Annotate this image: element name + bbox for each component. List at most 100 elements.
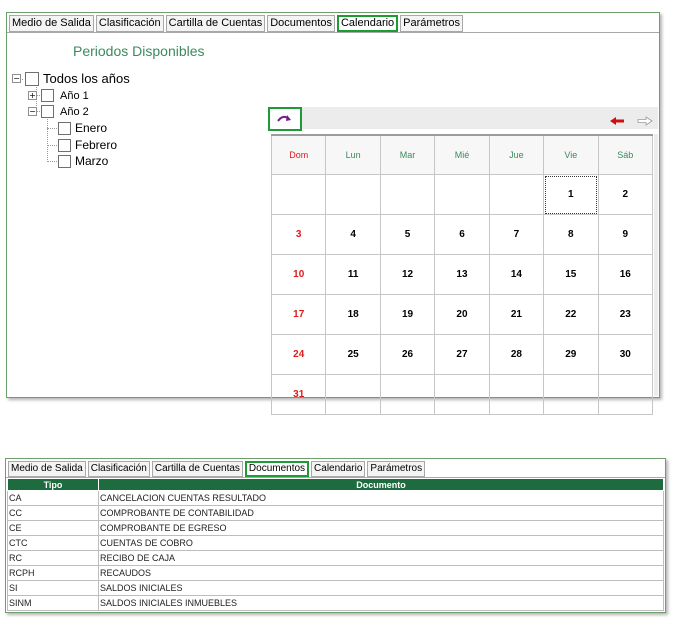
- table-row[interactable]: CA CANCELACION CUENTAS RESULTADO: [7, 490, 664, 506]
- calendar-day[interactable]: 24: [270, 334, 327, 375]
- calendar-day[interactable]: 19: [379, 294, 436, 335]
- tab-medio-de-salida[interactable]: Medio de Salida: [8, 461, 86, 477]
- calendar-day[interactable]: 28: [488, 334, 545, 375]
- calendar-day[interactable]: 11: [325, 254, 381, 295]
- tab-medio-de-salida[interactable]: Medio de Salida: [9, 15, 94, 32]
- weekday-header: Sáb: [597, 134, 654, 175]
- calendar-day[interactable]: 22: [543, 294, 599, 335]
- calendar-day[interactable]: 5: [379, 214, 436, 255]
- cell-documento: CUENTAS DE COBRO: [98, 535, 664, 551]
- calendar-day[interactable]: 8: [543, 214, 599, 255]
- column-header-tipo[interactable]: Tipo: [7, 478, 99, 491]
- periods-title: Periodos Disponibles: [73, 43, 205, 59]
- collapse-icon[interactable]: −: [28, 107, 37, 116]
- calendar-day[interactable]: 20: [434, 294, 490, 335]
- calendar-week: 17 18 19 20 21 22 23: [270, 294, 654, 335]
- checkbox-month-marzo[interactable]: [58, 154, 71, 168]
- calendar-day[interactable]: 4: [325, 214, 381, 255]
- tab-parametros[interactable]: Parámetros: [367, 461, 426, 477]
- next-month-button[interactable]: [637, 113, 653, 131]
- table-row[interactable]: RC RECIBO DE CAJA: [7, 550, 664, 566]
- weekday-header: Mié: [434, 134, 490, 175]
- tree-node-month: Febrero: [58, 138, 117, 152]
- calendar-day[interactable]: 2: [597, 174, 654, 215]
- table-row[interactable]: CTC CUENTAS DE COBRO: [7, 535, 664, 551]
- tab-clasificacion[interactable]: Clasificación: [95, 15, 164, 32]
- checkbox-month-febrero[interactable]: [58, 138, 71, 152]
- cell-tipo: CA: [7, 490, 99, 506]
- calendar-day[interactable]: 10: [270, 254, 327, 295]
- checkbox-year-2[interactable]: [41, 105, 54, 118]
- tree-label-year-2: Año 2: [60, 105, 89, 118]
- calendar-day[interactable]: 12: [379, 254, 436, 295]
- calendar-day[interactable]: 17: [270, 294, 327, 335]
- tab-cartilla-de-cuentas[interactable]: Cartilla de Cuentas: [151, 461, 243, 477]
- expand-icon[interactable]: +: [28, 91, 37, 100]
- calendar-day[interactable]: 26: [379, 334, 436, 375]
- collapse-icon[interactable]: −: [12, 74, 21, 83]
- table-row[interactable]: SI SALDOS INICIALES: [7, 580, 664, 596]
- table-row[interactable]: CC COMPROBANTE DE CONTABILIDAD: [7, 505, 664, 521]
- documents-panel: Medio de Salida Clasificación Cartilla de …: [5, 458, 666, 613]
- checkbox-month-enero[interactable]: [58, 121, 71, 135]
- arrow-right-icon: [637, 116, 653, 126]
- calendar-day[interactable]: 14: [488, 254, 545, 295]
- calendar-scrollbar[interactable]: [654, 134, 658, 396]
- calendar-empty-cell: [379, 374, 436, 415]
- tab-documentos[interactable]: Documentos: [267, 15, 335, 32]
- calendar-empty-cell: [597, 374, 654, 415]
- calendar-week: 24 25 26 27 28 29 30: [270, 334, 654, 375]
- calendar-day[interactable]: 3: [270, 214, 327, 255]
- tab-parametros[interactable]: Parámetros: [400, 15, 464, 32]
- arrow-left-icon: [610, 117, 624, 125]
- calendar-day[interactable]: 13: [434, 254, 490, 295]
- cell-documento: SALDOS INICIALES INMUEBLES: [98, 595, 664, 611]
- cell-documento: CANCELACION CUENTAS RESULTADO: [98, 490, 664, 506]
- tab-cartilla-de-cuentas[interactable]: Cartilla de Cuentas: [165, 15, 266, 32]
- calendar-day[interactable]: 31: [270, 374, 327, 415]
- column-header-documento[interactable]: Documento: [98, 478, 664, 491]
- tree-label-month: Marzo: [75, 154, 109, 168]
- calendar-week: 31: [270, 374, 654, 415]
- calendar-empty-cell: [325, 374, 381, 415]
- cell-tipo: CE: [7, 520, 99, 536]
- calendar-day[interactable]: 30: [597, 334, 654, 375]
- calendar-week: 12: [270, 174, 654, 215]
- table-row[interactable]: SINM SALDOS INICIALES INMUEBLES: [7, 595, 664, 611]
- calendar-day[interactable]: 15: [543, 254, 599, 295]
- cell-tipo: CC: [7, 505, 99, 521]
- cell-documento: SALDOS INICIALES: [98, 580, 664, 596]
- tab-calendario[interactable]: Calendario: [311, 461, 366, 477]
- checkbox-year-1[interactable]: [41, 89, 54, 102]
- tree-label-month: Enero: [75, 121, 108, 135]
- calendar-day[interactable]: 6: [434, 214, 490, 255]
- tab-bar: Medio de Salida Clasificación Cartilla de …: [8, 461, 427, 477]
- calendar-day[interactable]: 18: [325, 294, 381, 335]
- documents-table: Tipo Documento CA CANCELACION CUENTAS RES…: [7, 478, 664, 611]
- calendar-week: 3456789: [270, 214, 654, 255]
- refresh-icon: [277, 115, 291, 122]
- calendar-empty-cell: [325, 174, 381, 215]
- tab-clasificacion[interactable]: Clasificación: [87, 461, 150, 477]
- checkbox-all-years[interactable]: [25, 71, 39, 86]
- calendar-day[interactable]: 25: [325, 334, 381, 375]
- tab-documentos[interactable]: Documentos: [244, 461, 310, 477]
- calendar-toolbar: [270, 107, 658, 129]
- calendar-day[interactable]: 23: [597, 294, 654, 335]
- table-row[interactable]: CE COMPROBANTE DE EGRESO: [7, 520, 664, 536]
- weekday-header: Mar: [379, 134, 436, 175]
- calendar-day[interactable]: 7: [488, 214, 545, 255]
- table-row[interactable]: RCPH RECAUDOS: [7, 565, 664, 581]
- previous-month-button[interactable]: [609, 113, 625, 131]
- refresh-button[interactable]: [268, 107, 302, 131]
- calendar-day[interactable]: 21: [488, 294, 545, 335]
- calendar-panel: Medio de Salida Clasificación Cartilla de …: [6, 12, 660, 415]
- tab-calendario[interactable]: Calendario: [336, 15, 399, 32]
- calendar-day[interactable]: 27: [434, 334, 490, 375]
- calendar-day[interactable]: 9: [597, 214, 654, 255]
- calendar-day[interactable]: 1: [543, 174, 599, 215]
- calendar-day[interactable]: 16: [597, 254, 654, 295]
- calendar-day[interactable]: 29: [543, 334, 599, 375]
- cell-tipo: SI: [7, 580, 99, 596]
- weekday-header: Lun: [325, 134, 381, 175]
